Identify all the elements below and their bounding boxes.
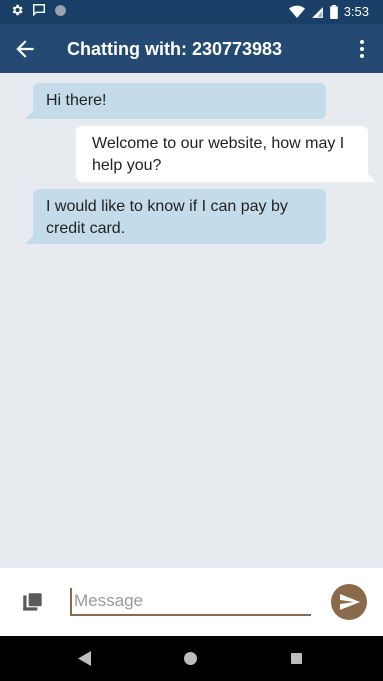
system-nav-bar	[0, 636, 383, 681]
signal-icon	[311, 6, 323, 18]
attach-button[interactable]	[20, 590, 46, 616]
message-bubble-incoming: I would like to know if I can pay by cre…	[25, 189, 326, 244]
bubble-tail	[366, 172, 376, 182]
message-bubble-incoming: Hi there!	[25, 83, 326, 119]
chat-area[interactable]: Hi there! Welcome to our website, how ma…	[0, 73, 383, 568]
bubble-tail	[25, 234, 35, 244]
message-text: Welcome to our website, how may I help y…	[92, 135, 345, 174]
more-vert-icon	[360, 40, 364, 58]
status-icons-left	[10, 3, 67, 17]
message-bubble-outgoing: Welcome to our website, how may I help y…	[76, 126, 376, 182]
back-triangle-icon[interactable]	[78, 651, 91, 666]
status-time: 3:53	[343, 4, 369, 19]
app-bar: Chatting with: 230773983	[0, 24, 383, 73]
message-text: I would like to know if I can pay by cre…	[46, 198, 288, 237]
status-bar: 3:53	[0, 0, 383, 24]
status-icons-right: 3:53	[288, 3, 369, 21]
back-button[interactable]	[12, 36, 38, 62]
send-button[interactable]	[331, 584, 367, 620]
recents-square-icon[interactable]	[291, 653, 302, 664]
page-title: Chatting with: 230773983	[67, 39, 283, 59]
arrow-left-icon	[16, 40, 34, 58]
battery-icon	[329, 5, 338, 19]
message-input[interactable]	[70, 588, 311, 616]
message-composer	[0, 568, 383, 636]
home-circle-icon[interactable]	[184, 652, 197, 665]
circle-icon	[55, 4, 66, 16]
settings-icon	[12, 4, 23, 16]
overflow-menu-button[interactable]	[353, 38, 371, 60]
message-icon	[33, 4, 45, 17]
send-icon	[340, 594, 360, 610]
wifi-icon	[288, 5, 305, 18]
attach-icon	[23, 593, 42, 611]
bubble-tail	[25, 109, 35, 119]
message-text: Hi there!	[46, 92, 107, 109]
